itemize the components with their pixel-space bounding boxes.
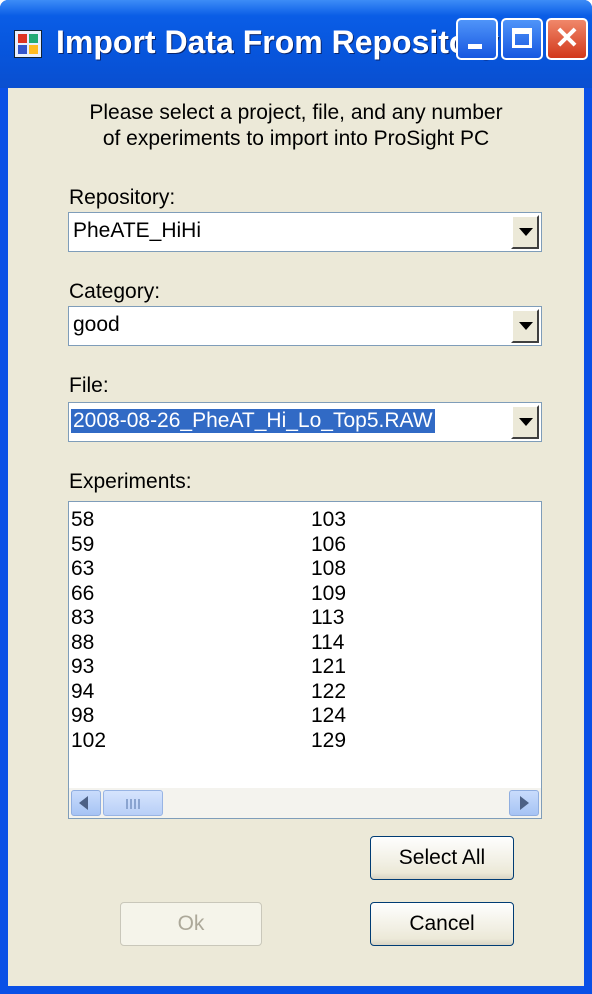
experiments-column-1: 58 59 63 66 83 88 93 94 98 102 — [71, 508, 106, 753]
repository-dropdown[interactable]: PheATE_HiHi — [68, 212, 542, 252]
category-label: Category: — [69, 280, 161, 303]
list-item[interactable]: 121 — [311, 655, 346, 680]
close-button[interactable]: ✕ — [546, 18, 588, 60]
list-item[interactable]: 102 — [71, 729, 106, 754]
list-item[interactable]: 113 — [311, 606, 346, 631]
list-item[interactable]: 124 — [311, 704, 346, 729]
list-item[interactable]: 98 — [71, 704, 106, 729]
experiments-label: Experiments: — [69, 470, 192, 493]
select-all-button[interactable]: Select All — [370, 836, 514, 880]
close-icon: ✕ — [554, 22, 580, 55]
chevron-down-icon — [519, 322, 533, 330]
list-item[interactable]: 129 — [311, 729, 346, 754]
list-item[interactable]: 66 — [71, 582, 106, 607]
experiments-column-2: 103 106 108 109 113 114 121 122 124 129 — [311, 508, 346, 753]
maximize-icon — [512, 28, 532, 48]
list-item[interactable]: 63 — [71, 557, 106, 582]
app-icon[interactable] — [14, 30, 42, 58]
list-item[interactable]: 58 — [71, 508, 106, 533]
scroll-right-button[interactable] — [509, 790, 539, 816]
list-item[interactable]: 103 — [311, 508, 346, 533]
chevron-right-icon — [520, 796, 529, 810]
repository-label: Repository: — [69, 186, 176, 209]
chevron-down-icon — [519, 228, 533, 236]
dialog-window: Import Data From Repository ✕ Please sel… — [0, 0, 592, 994]
instructions-text: Please select a project, file, and any n… — [8, 100, 584, 152]
category-dropdown[interactable]: good — [68, 306, 542, 346]
chevron-down-icon — [519, 418, 533, 426]
scroll-left-button[interactable] — [71, 790, 101, 816]
horizontal-scrollbar[interactable] — [69, 788, 541, 818]
list-item[interactable]: 88 — [71, 631, 106, 656]
dialog-body: Please select a project, file, and any n… — [8, 88, 584, 986]
list-item[interactable]: 83 — [71, 606, 106, 631]
minimize-icon — [468, 44, 482, 49]
list-item[interactable]: 93 — [71, 655, 106, 680]
window-title: Import Data From Repository — [56, 24, 499, 60]
instructions-line: Please select a project, file, and any n… — [89, 101, 503, 150]
grip-icon — [126, 799, 142, 809]
window-bottom-border — [0, 986, 592, 994]
ok-button[interactable]: Ok — [120, 902, 262, 946]
repository-dropdown-button[interactable] — [511, 215, 539, 249]
file-value: 2008-08-26_PheAT_Hi_Lo_Top5.RAW — [71, 409, 435, 433]
list-item[interactable]: 94 — [71, 680, 106, 705]
file-label: File: — [69, 374, 109, 397]
file-dropdown[interactable]: 2008-08-26_PheAT_Hi_Lo_Top5.RAW — [68, 402, 542, 442]
list-item[interactable]: 106 — [311, 533, 346, 558]
maximize-button[interactable] — [501, 18, 543, 60]
file-dropdown-button[interactable] — [511, 405, 539, 439]
repository-value: PheATE_HiHi — [73, 219, 201, 242]
list-item[interactable]: 122 — [311, 680, 346, 705]
list-item[interactable]: 59 — [71, 533, 106, 558]
minimize-button[interactable] — [456, 18, 498, 60]
title-bar[interactable]: Import Data From Repository ✕ — [0, 0, 592, 88]
list-item[interactable]: 114 — [311, 631, 346, 656]
list-item[interactable]: 109 — [311, 582, 346, 607]
list-item[interactable]: 108 — [311, 557, 346, 582]
category-value: good — [73, 313, 120, 336]
category-dropdown-button[interactable] — [511, 309, 539, 343]
scrollbar-thumb[interactable] — [103, 790, 163, 816]
chevron-left-icon — [79, 796, 88, 810]
cancel-button[interactable]: Cancel — [370, 902, 514, 946]
experiments-listbox[interactable]: 58 59 63 66 83 88 93 94 98 102 103 106 108 109 113 114… — [68, 501, 542, 819]
